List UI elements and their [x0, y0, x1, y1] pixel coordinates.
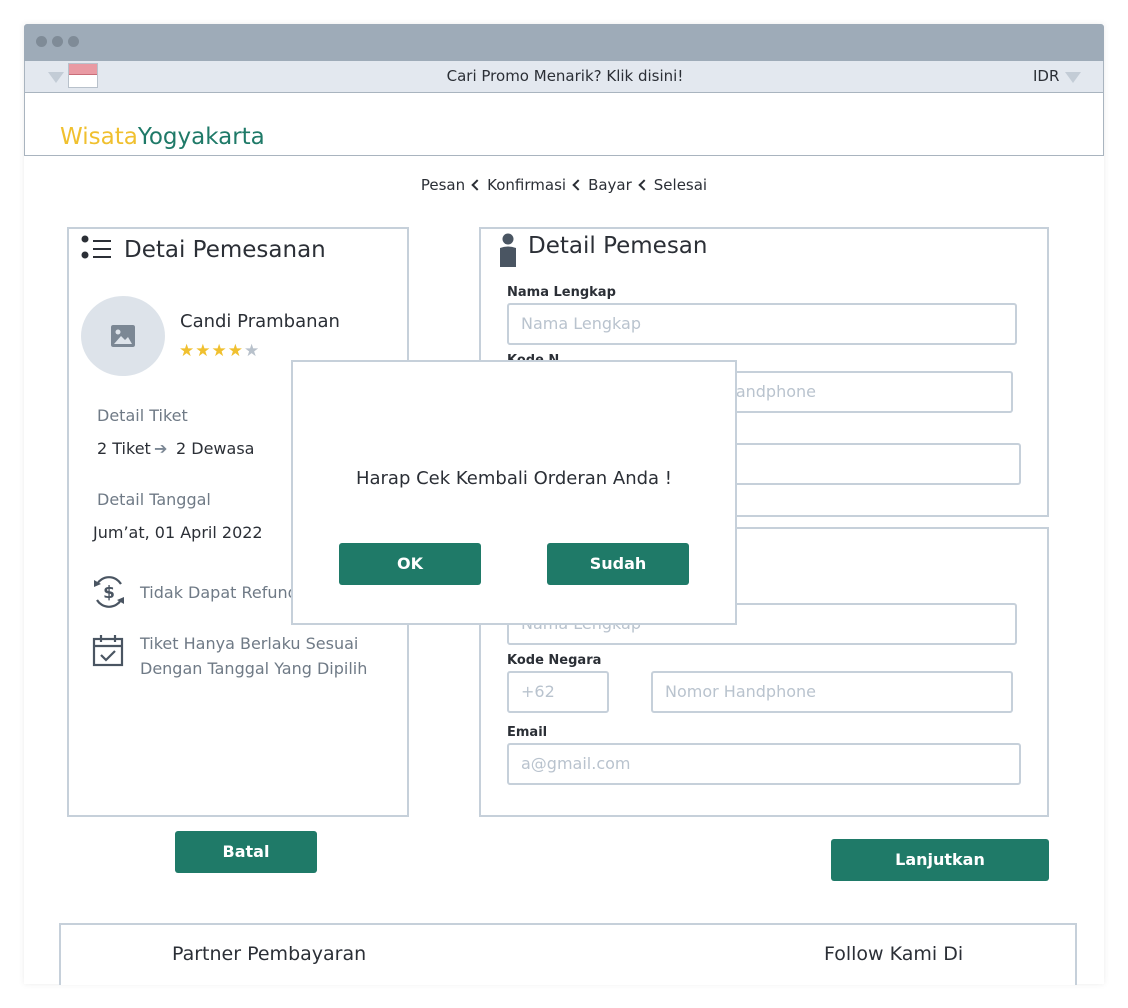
order-detail-title: Detai Pemesanan — [124, 237, 326, 263]
visitor-email-input[interactable]: a@gmail.com — [507, 743, 1021, 785]
step-bayar: Bayar — [588, 176, 632, 194]
follow-us-heading: Follow Kami Di — [824, 943, 964, 965]
person-icon — [500, 233, 516, 267]
ticket-type: 2 Dewasa — [176, 439, 255, 458]
confirmation-dialog: Harap Cek Kembali Orderan Anda ! OK Suda… — [291, 360, 737, 625]
list-icon — [81, 235, 111, 259]
site-header: WisataYogyakarta — [24, 93, 1104, 156]
cancel-button[interactable]: Batal — [175, 831, 317, 873]
star-icon: ★ — [195, 341, 212, 361]
continue-button[interactable]: Lanjutkan — [831, 839, 1049, 881]
refund-note: Tidak Dapat Refund — [140, 583, 298, 602]
chevron-left-icon — [471, 179, 483, 191]
step-konfirmasi: Konfirmasi — [487, 176, 567, 194]
country-code-input[interactable]: +62 — [507, 671, 609, 713]
full-name-input[interactable]: Nama Lengkap — [507, 303, 1017, 345]
dialog-message: Harap Cek Kembali Orderan Anda ! — [355, 468, 673, 489]
checkout-steps: Pesan Konfirmasi Bayar Selesai — [24, 176, 1104, 194]
ok-button[interactable]: OK — [339, 543, 481, 585]
calendar-check-icon — [92, 635, 124, 667]
visitor-phone-input[interactable]: Nomor Handphone — [651, 671, 1013, 713]
browser-window: Cari Promo Menarik? Klik disini! IDR Wis… — [24, 24, 1104, 985]
star-icon: ★ — [179, 341, 196, 361]
currency-dropdown-icon[interactable] — [1065, 72, 1081, 83]
validity-note-line2: Dengan Tanggal Yang Dipilih — [140, 659, 368, 678]
promo-link[interactable]: Cari Promo Menarik? Klik disini! — [25, 67, 1105, 85]
site-logo[interactable]: WisataYogyakarta — [60, 124, 265, 150]
place-name: Candi Prambanan — [180, 311, 340, 332]
validity-note-line1: Tiket Hanya Berlaku Sesuai — [140, 634, 359, 653]
title-bar — [24, 24, 1104, 61]
star-icon: ★ — [211, 341, 228, 361]
country-code-label: Kode Negara — [507, 653, 602, 668]
done-button[interactable]: Sudah — [547, 543, 689, 585]
footer: Partner Pembayaran Follow Kami Di — [59, 923, 1077, 985]
promo-bar: Cari Promo Menarik? Klik disini! IDR — [24, 61, 1104, 93]
no-refund-icon: $ — [94, 576, 124, 608]
image-icon — [111, 325, 135, 347]
ticket-detail-label: Detail Tiket — [97, 406, 188, 425]
date-detail-label: Detail Tanggal — [97, 490, 211, 509]
step-pesan: Pesan — [420, 176, 466, 194]
star-icon: ★ — [244, 341, 261, 361]
window-dot[interactable] — [52, 36, 63, 47]
window-dot[interactable] — [36, 36, 47, 47]
step-selesai: Selesai — [653, 176, 708, 194]
arrow-right-icon: ➔ — [154, 439, 168, 458]
place-thumbnail — [81, 296, 165, 376]
ticket-count: 2 Tiket — [97, 439, 151, 458]
orderer-detail-title: Detail Pemesan — [528, 233, 708, 259]
currency-selector[interactable]: IDR — [1033, 67, 1059, 85]
rating-stars: ★★★★★ — [179, 341, 260, 361]
email-label: Email — [507, 725, 548, 740]
star-icon: ★ — [227, 341, 244, 361]
date-value: Jum’at, 01 April 2022 — [93, 523, 263, 542]
payment-partner-heading: Partner Pembayaran — [172, 943, 367, 965]
window-dot[interactable] — [68, 36, 79, 47]
chevron-left-icon — [572, 179, 584, 191]
full-name-label: Nama Lengkap — [507, 285, 616, 300]
svg-text:$: $ — [103, 583, 115, 603]
chevron-left-icon — [638, 179, 650, 191]
